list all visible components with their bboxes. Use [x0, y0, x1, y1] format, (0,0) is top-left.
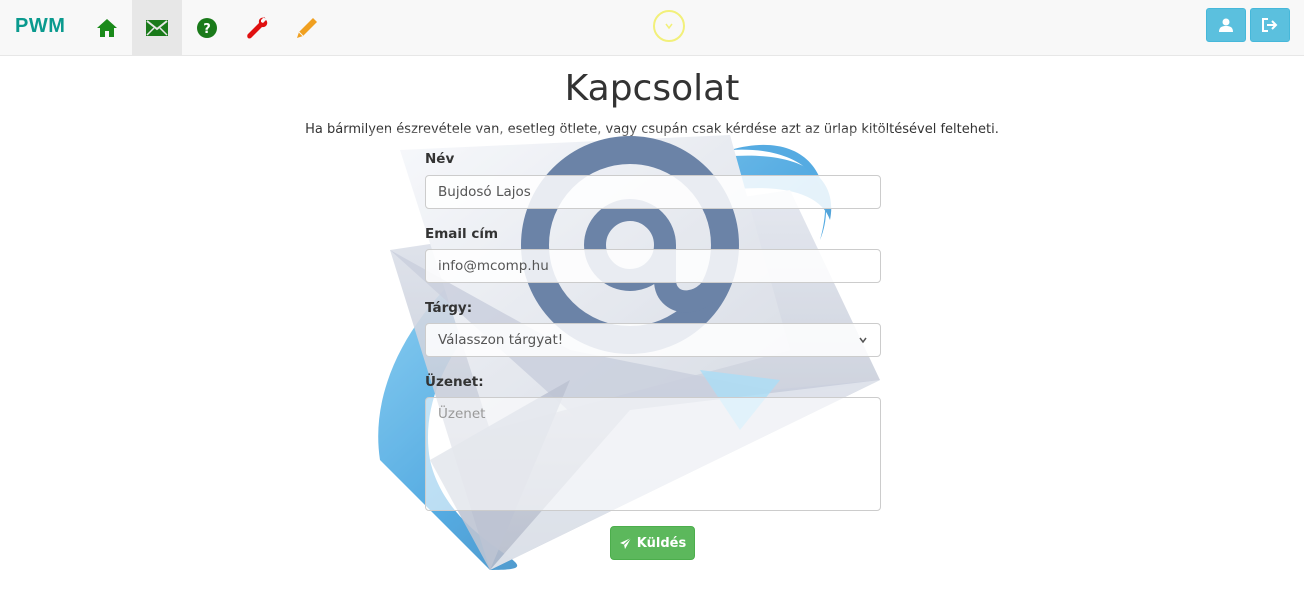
message-textarea[interactable]: Üzenet	[425, 397, 881, 511]
send-button-label: Küldés	[636, 535, 687, 551]
svg-text:?: ?	[203, 22, 211, 37]
paper-plane-icon	[619, 537, 632, 549]
question-circle-icon: ?	[197, 17, 217, 38]
name-field[interactable]: Bujdosó Lajos	[425, 175, 881, 209]
navbar: PWM ?	[0, 0, 1304, 56]
pencil-icon	[297, 17, 317, 38]
logout-icon	[1262, 18, 1278, 32]
subject-select-value: Válasszon tárgyat!	[438, 332, 564, 348]
send-button[interactable]: Küldés	[610, 526, 695, 560]
envelope-icon	[146, 19, 168, 36]
status-indicator[interactable]	[653, 10, 685, 42]
email-field-value: info@mcomp.hu	[438, 258, 549, 274]
chevron-down-icon	[859, 337, 867, 344]
name-field-value: Bujdosó Lajos	[438, 184, 531, 200]
name-label: Név	[425, 151, 455, 167]
nav-home[interactable]	[82, 0, 132, 55]
logout-button[interactable]	[1250, 8, 1290, 42]
brand-logo[interactable]: PWM	[15, 15, 65, 38]
message-label: Üzenet:	[425, 374, 484, 390]
nav-settings[interactable]	[232, 0, 282, 55]
nav-help[interactable]: ?	[182, 0, 232, 55]
email-field[interactable]: info@mcomp.hu	[425, 249, 881, 283]
wrench-icon	[247, 16, 268, 38]
subject-select[interactable]: Válasszon tárgyat!	[425, 323, 881, 357]
email-label: Email cím	[425, 226, 499, 242]
subject-label: Tárgy:	[425, 300, 473, 316]
chevron-down-icon	[665, 23, 673, 30]
page-title: Kapcsolat	[564, 68, 740, 109]
nav-contact[interactable]	[132, 0, 182, 55]
message-placeholder: Üzenet	[438, 406, 486, 422]
user-icon	[1219, 18, 1233, 32]
nav-edit[interactable]	[282, 0, 332, 55]
home-icon	[97, 18, 117, 37]
user-profile-button[interactable]	[1206, 8, 1246, 42]
